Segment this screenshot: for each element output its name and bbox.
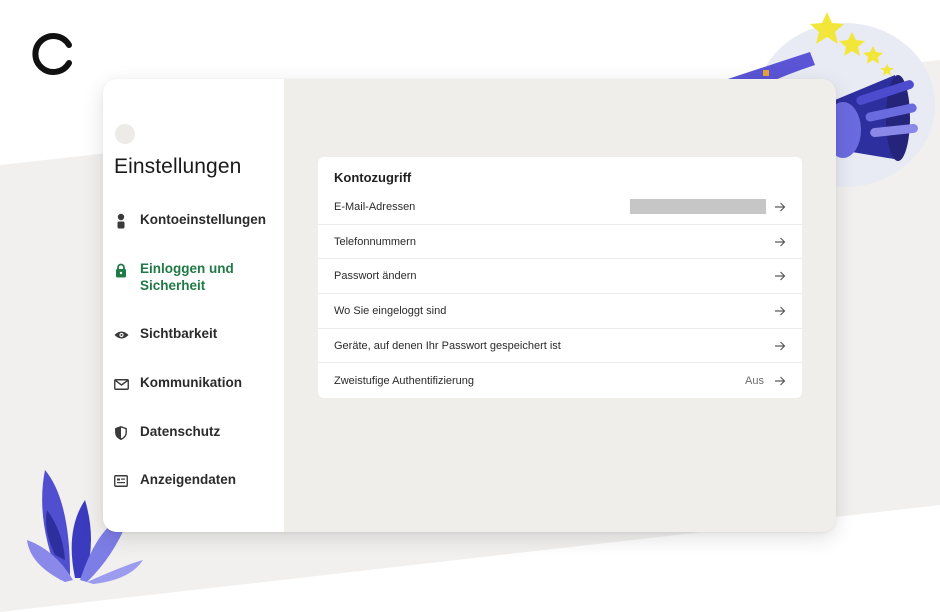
eye-icon: [113, 327, 129, 343]
arrow-right-icon: [774, 201, 786, 213]
sidebar-item-label: Datenschutz: [140, 424, 221, 439]
sidebar-title: Einstellungen: [114, 155, 242, 178]
row-label: Geräte, auf denen Ihr Passwort gespeiche…: [334, 339, 561, 352]
arrow-right-icon: [774, 236, 786, 248]
two-step-status: Aus: [745, 374, 764, 387]
sidebar-item-anzeigendaten[interactable]: Anzeigendaten: [113, 471, 281, 489]
row-two-step-auth[interactable]: Zweistufige Authentifizierung Aus: [318, 363, 802, 398]
person-icon: [113, 213, 129, 229]
row-saved-password-devices[interactable]: Geräte, auf denen Ihr Passwort gespeiche…: [318, 329, 802, 364]
card-title: Kontozugriff: [334, 170, 412, 185]
row-label: Wo Sie eingeloggt sind: [334, 304, 447, 317]
row-label: Telefonnummern: [334, 235, 416, 248]
main-panel: Kontozugriff E-Mail-Adressen Telefonnumm…: [284, 79, 836, 532]
settings-window: Einstellungen Kontoeinstellungen Einlogg…: [103, 79, 836, 532]
arrow-right-icon: [774, 375, 786, 387]
sidebar: Einstellungen Kontoeinstellungen Einlogg…: [103, 79, 284, 532]
lock-icon: [113, 262, 129, 278]
sidebar-item-datenschutz[interactable]: Datenschutz: [113, 423, 281, 441]
row-phone-numbers[interactable]: Telefonnummern: [318, 225, 802, 260]
mail-icon: [113, 376, 129, 392]
sidebar-item-kontoeinstellungen[interactable]: Kontoeinstellungen: [113, 211, 281, 229]
account-access-card: Kontozugriff E-Mail-Adressen Telefonnumm…: [318, 157, 802, 399]
ad-data-icon: [113, 473, 129, 489]
sidebar-item-kommunikation[interactable]: Kommunikation: [113, 374, 281, 392]
arrow-right-icon: [774, 270, 786, 282]
avatar[interactable]: [115, 124, 135, 144]
row-label: Zweistufige Authentifizierung: [334, 374, 475, 387]
sidebar-item-label: Kontoeinstellungen: [140, 212, 266, 227]
sidebar-item-label: Sichtbarkeit: [140, 326, 218, 341]
row-label: E-Mail-Adressen: [334, 200, 416, 213]
row-email-addresses[interactable]: E-Mail-Adressen: [318, 190, 802, 225]
sidebar-item-sichtbarkeit[interactable]: Sichtbarkeit: [113, 325, 281, 343]
sidebar-item-label: Kommunikation: [140, 375, 243, 390]
redacted-email-value: [630, 199, 766, 215]
arrow-right-icon: [774, 340, 786, 352]
sidebar-item-label: Anzeigendaten: [140, 472, 237, 487]
row-where-logged-in[interactable]: Wo Sie eingeloggt sind: [318, 294, 802, 329]
brand-ring-icon: [32, 33, 72, 75]
row-label: Passwort ändern: [334, 270, 417, 283]
sidebar-item-label: Einloggen und Sicherheit: [140, 261, 234, 293]
sidebar-item-einloggen-sicherheit[interactable]: Einloggen und Sicherheit: [113, 260, 281, 294]
arrow-right-icon: [774, 305, 786, 317]
row-change-password[interactable]: Passwort ändern: [318, 259, 802, 295]
shield-icon: [113, 425, 129, 441]
